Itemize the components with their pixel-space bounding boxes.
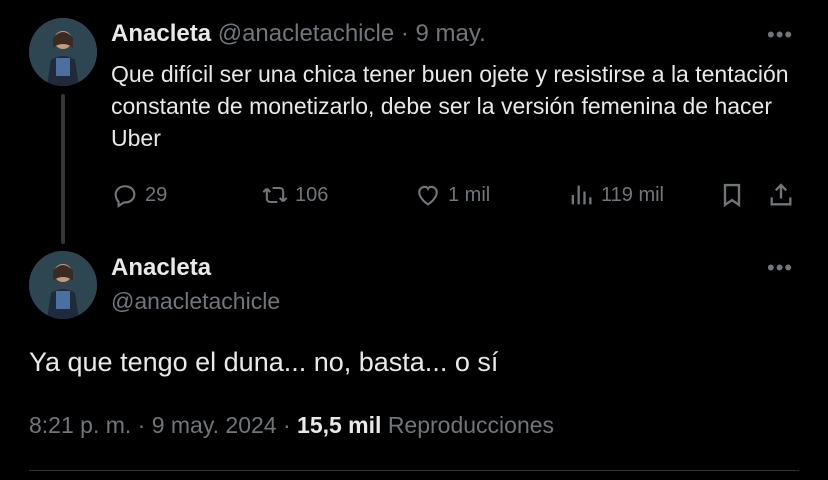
handle[interactable]: @anacletachicle — [218, 20, 394, 47]
like-button[interactable]: 1 mil — [414, 181, 490, 209]
reply-button[interactable]: 29 — [111, 181, 167, 209]
analytics-icon — [571, 185, 592, 205]
display-name[interactable]: Anacleta — [111, 20, 211, 47]
divider — [29, 470, 799, 471]
more-icon[interactable]: ••• — [767, 24, 793, 46]
tweet-text: Ya que tengo el duna... no, basta... o s… — [29, 347, 499, 377]
avatar[interactable] — [29, 18, 97, 86]
bookmark-icon — [723, 183, 741, 208]
thread-line — [61, 94, 65, 244]
more-icon[interactable]: ••• — [767, 257, 793, 279]
retweet-icon — [262, 186, 288, 204]
heart-icon — [418, 185, 438, 206]
timestamp[interactable]: 8:21 p. m. · 9 may. 2024 · — [29, 412, 291, 438]
reply-count: 29 — [145, 183, 168, 206]
share-icon — [770, 183, 792, 206]
handle[interactable]: @anacletachicle — [111, 288, 280, 315]
like-count: 1 mil — [448, 183, 491, 206]
views-button[interactable]: 119 mil — [567, 181, 664, 209]
retweet-count: 106 — [295, 183, 329, 206]
separator: · — [400, 20, 409, 47]
tweet-header: Anacleta @anacletachicle · 9 may. — [111, 20, 486, 48]
tweet-actions: 29 106 1 mil 119 mil — [111, 181, 801, 211]
share-button[interactable] — [767, 181, 795, 209]
avatar[interactable] — [29, 251, 97, 319]
views-count: 15,5 mil — [297, 412, 382, 438]
bookmark-button[interactable] — [718, 181, 746, 209]
tweet-text: Que difícil ser una chica tener buen oje… — [111, 61, 789, 151]
tweet-meta: 8:21 p. m. · 9 may. 2024 · 15,5 mil Repr… — [29, 412, 554, 439]
views-count: 119 mil — [601, 183, 664, 206]
views-label: Reproducciones — [387, 412, 555, 438]
avatar-image — [29, 251, 97, 319]
retweet-button[interactable]: 106 — [261, 181, 328, 209]
avatar-image — [29, 18, 97, 86]
tweet-date[interactable]: 9 may. — [416, 20, 486, 47]
reply-icon — [114, 185, 136, 208]
display-name[interactable]: Anacleta — [111, 254, 211, 282]
